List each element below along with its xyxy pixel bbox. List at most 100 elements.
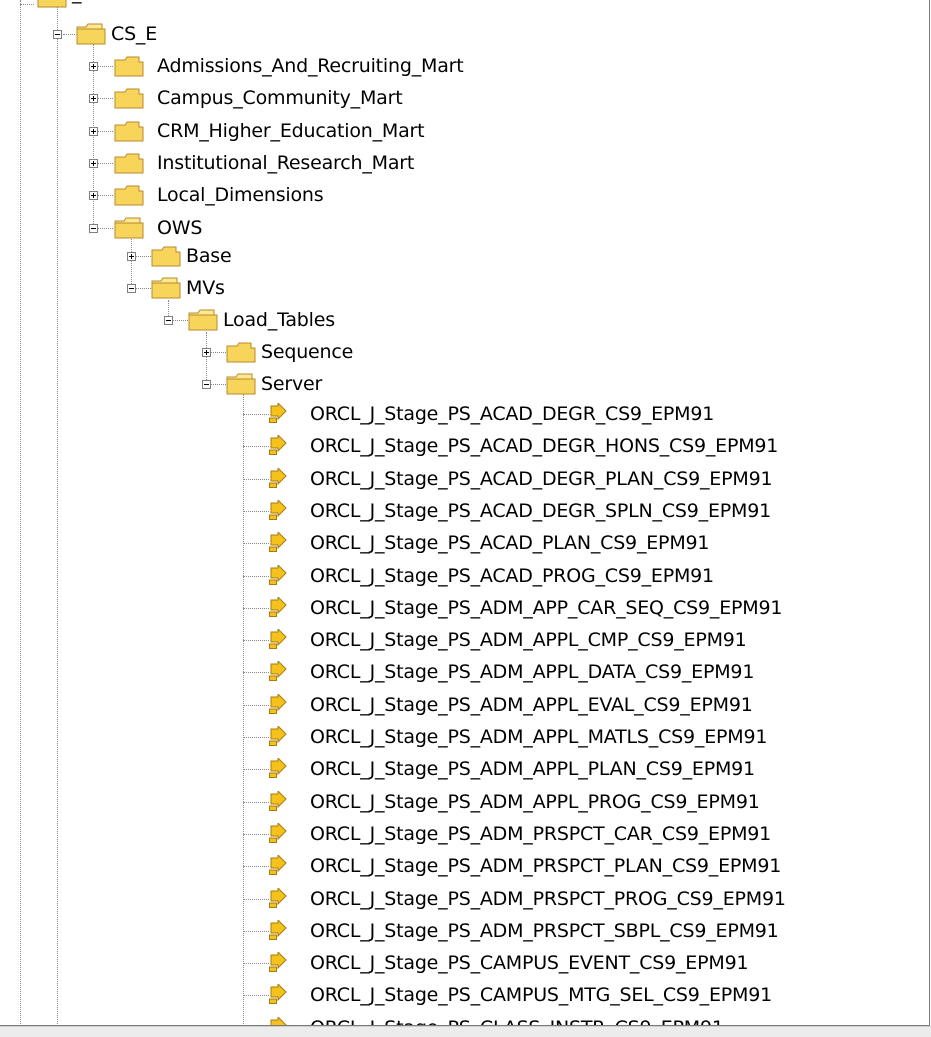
folder-icon: [114, 55, 144, 77]
folder-icon: [226, 341, 256, 363]
server-job-label: ORCL_J_Stage_PS_CLASS_INSTR_CS9_EPM91: [310, 1017, 724, 1025]
tree-line: [243, 833, 269, 835]
tree-node-ows[interactable]: OWS: [0, 212, 600, 244]
server-job-icon: [269, 950, 287, 973]
server-job-label: ORCL_J_Stage_PS_ADM_PRSPCT_SBPL_CS9_EPM9…: [310, 919, 779, 942]
tree-line: [243, 510, 269, 512]
tree-node-label: Campus_Community_Mart: [157, 87, 403, 110]
folder-icon: [114, 217, 144, 239]
tree-line: [243, 866, 269, 868]
tree-line: [243, 478, 269, 480]
tree-node-sequence[interactable]: Sequence: [0, 336, 400, 368]
server-job-item[interactable]: ORCL_J_Stage_PS_ACAD_DEGR_PLAN_CS9_EPM91: [0, 463, 900, 495]
tree-node-label: Sequence: [261, 341, 354, 363]
tree-node-server[interactable]: Server: [0, 368, 400, 400]
server-job-item[interactable]: ORCL_J_Stage_PS_ACAD_DEGR_CS9_EPM91: [0, 398, 900, 430]
tree-line: [243, 640, 269, 642]
server-job-label: ORCL_J_Stage_PS_ACAD_DEGR_HONS_CS9_EPM91: [310, 435, 779, 458]
server-job-icon: [269, 757, 287, 779]
expand-toggle-icon[interactable]: [89, 126, 98, 136]
folder-icon: [226, 373, 256, 395]
expand-toggle-icon[interactable]: [89, 158, 98, 168]
tree-line: [243, 543, 269, 545]
server-job-icon: [269, 918, 287, 940]
server-job-item[interactable]: ORCL_J_Stage_PS_ACAD_DEGR_HONS_CS9_EPM91: [0, 430, 900, 462]
server-job-label: ORCL_J_Stage_PS_ADM_APPL_CMP_CS9_EPM91: [310, 629, 747, 652]
partial-node-label: _: [72, 0, 82, 4]
server-job-item[interactable]: ORCL_J_Stage_PS_ADM_APPL_PLAN_CS9_EPM91: [0, 753, 900, 785]
server-job-item[interactable]: ORCL_J_Stage_PS_ADM_PRSPCT_CAR_CS9_EPM91: [0, 818, 900, 850]
server-job-icon: [269, 1015, 287, 1025]
server-job-item[interactable]: ORCL_J_Stage_PS_ADM_APPL_EVAL_CS9_EPM91: [0, 689, 900, 721]
server-job-item[interactable]: ORCL_J_Stage_PS_ADM_APP_CAR_SEQ_CS9_EPM9…: [0, 592, 900, 624]
expand-toggle-icon[interactable]: [89, 191, 98, 201]
expand-toggle-icon[interactable]: [89, 62, 98, 71]
expand-toggle-icon[interactable]: [202, 348, 211, 357]
tree-line: [243, 704, 269, 706]
server-job-icon: [269, 627, 287, 650]
server-job-icon: [269, 724, 287, 746]
tree-line: [63, 34, 75, 35]
server-job-item[interactable]: ORCL_J_Stage_PS_ACAD_PLAN_CS9_EPM91: [0, 527, 900, 559]
server-job-item[interactable]: ORCL_J_Stage_PS_CAMPUS_MTG_SEL_CS9_EPM91: [0, 979, 900, 1011]
server-job-label: ORCL_J_Stage_PS_ACAD_DEGR_SPLN_CS9_EPM91: [310, 499, 771, 522]
server-job-icon: [269, 466, 287, 488]
folder-icon: [114, 120, 144, 142]
server-job-icon: [269, 853, 287, 876]
folder-icon: [37, 0, 67, 8]
server-job-icon: [269, 886, 287, 908]
tree-line: [243, 963, 269, 965]
tree-node-local-dimensions[interactable]: Local_Dimensions: [0, 179, 600, 211]
collapse-toggle-icon[interactable]: [53, 30, 62, 39]
tree-node-mvs[interactable]: MVs: [0, 272, 400, 304]
tree-node-admissions-and-recruiting-mart[interactable]: Admissions_And_Recruiting_Mart: [0, 50, 600, 82]
collapse-toggle-icon[interactable]: [202, 380, 211, 389]
tree-node-base[interactable]: Base: [0, 240, 400, 272]
expand-toggle-icon[interactable]: [127, 252, 136, 261]
tree-node-cs-e[interactable]: CS_E: [0, 18, 400, 50]
server-job-item[interactable]: ORCL_J_Stage_PS_ACAD_PROG_CS9_EPM91: [0, 560, 900, 592]
tree-node-label: Base: [186, 245, 232, 267]
server-job-icon: [269, 434, 287, 456]
server-job-item[interactable]: ORCL_J_Stage_PS_CLASS_INSTR_CS9_EPM91: [0, 1012, 900, 1025]
tree-node-campus-community-mart[interactable]: Campus_Community_Mart: [0, 82, 600, 114]
collapse-toggle-icon[interactable]: [89, 223, 98, 233]
server-job-item[interactable]: ORCL_J_Stage_PS_ACAD_DEGR_SPLN_CS9_EPM91: [0, 495, 900, 527]
tree-node-load-tables[interactable]: Load_Tables: [0, 304, 400, 336]
server-job-item[interactable]: ORCL_J_Stage_PS_ADM_PRSPCT_SBPL_CS9_EPM9…: [0, 915, 900, 947]
tree-node-label: MVs: [186, 277, 225, 299]
server-job-label: ORCL_J_Stage_PS_ADM_PRSPCT_PLAN_CS9_EPM9…: [310, 855, 782, 878]
tree-node-label: Institutional_Research_Mart: [157, 151, 415, 174]
server-job-label: ORCL_J_Stage_PS_ADM_PRSPCT_CAR_CS9_EPM91: [310, 822, 772, 845]
server-job-item[interactable]: ORCL_J_Stage_PS_ADM_APPL_DATA_CS9_EPM91: [0, 656, 900, 688]
server-job-item[interactable]: ORCL_J_Stage_PS_ADM_PRSPCT_PROG_CS9_EPM9…: [0, 883, 900, 915]
horizontal-scrollbar[interactable]: [0, 1026, 931, 1037]
server-job-item[interactable]: ORCL_J_Stage_PS_ADM_APPL_PROG_CS9_EPM91: [0, 786, 900, 818]
tree-line: [243, 607, 269, 609]
server-job-label: ORCL_J_Stage_PS_ADM_APPL_DATA_CS9_EPM91: [310, 661, 755, 684]
tree-line: [243, 801, 269, 803]
server-job-icon: [269, 498, 287, 520]
server-job-label: ORCL_J_Stage_PS_ADM_APPL_PLAN_CS9_EPM91: [310, 758, 755, 781]
server-job-item[interactable]: ORCL_J_Stage_PS_ADM_PRSPCT_PLAN_CS9_EPM9…: [0, 850, 900, 882]
tree-line: [243, 995, 269, 997]
server-job-item[interactable]: ORCL_J_Stage_PS_CAMPUS_EVENT_CS9_EPM91: [0, 947, 900, 979]
server-job-item[interactable]: ORCL_J_Stage_PS_ADM_APPL_MATLS_CS9_EPM91: [0, 721, 900, 753]
server-job-label: ORCL_J_Stage_PS_ADM_APPL_PROG_CS9_EPM91: [310, 790, 760, 813]
server-job-label: ORCL_J_Stage_PS_ACAD_DEGR_PLAN_CS9_EPM91: [310, 467, 773, 490]
tree-node-crm-higher-education-mart[interactable]: CRM_Higher_Education_Mart: [0, 115, 600, 147]
server-job-icon: [269, 595, 287, 617]
server-job-icon: [269, 692, 287, 714]
repository-tree-view[interactable]: _ CS_E Admissions_And_Recruiting_Mart Cam…: [0, 0, 930, 1026]
server-job-label: ORCL_J_Stage_PS_CAMPUS_EVENT_CS9_EPM91: [310, 952, 749, 975]
server-job-item[interactable]: ORCL_J_Stage_PS_ADM_APPL_CMP_CS9_EPM91: [0, 624, 900, 656]
server-job-icon: [269, 821, 287, 843]
folder-icon: [114, 87, 144, 109]
collapse-toggle-icon[interactable]: [164, 316, 173, 325]
collapse-toggle-icon[interactable]: [127, 284, 136, 293]
expand-toggle-icon[interactable]: [89, 94, 98, 104]
tree-node-label: Load_Tables: [223, 309, 335, 331]
server-job-label: ORCL_J_Stage_PS_ADM_PRSPCT_PROG_CS9_EPM9…: [310, 887, 786, 910]
tree-node-institutional-research-mart[interactable]: Institutional_Research_Mart: [0, 147, 600, 179]
folder-icon: [76, 23, 106, 45]
